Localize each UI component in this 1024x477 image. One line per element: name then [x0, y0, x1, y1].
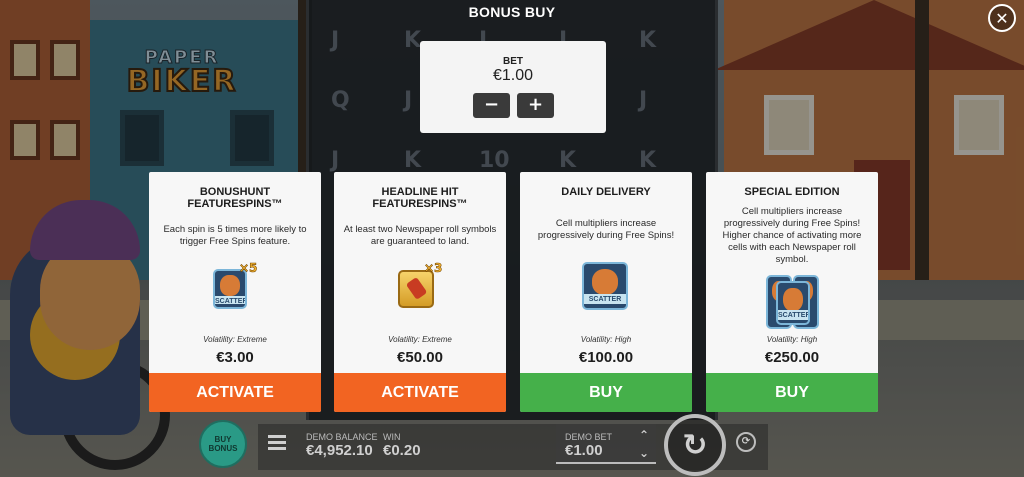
bet-panel: BET €1.00 − +	[420, 41, 606, 133]
scatter-label: SCATTER	[778, 310, 810, 320]
bet-value: €1.00	[492, 67, 534, 84]
bet-increase-button[interactable]: +	[517, 93, 554, 118]
win-value: €0.20	[383, 442, 421, 459]
card-price: €50.00	[397, 349, 443, 366]
card-price: €3.00	[216, 349, 254, 366]
buy-button[interactable]: BUY	[706, 373, 878, 412]
bonus-card-daily-delivery: DAILY DELIVERY Cell multipliers increase…	[520, 172, 692, 412]
close-button[interactable]: ✕	[988, 4, 1016, 32]
multiplier-label: ×5	[239, 261, 258, 276]
chevron-down-icon[interactable]: ⌄	[637, 446, 651, 460]
scatter-label: SCATTER	[584, 293, 626, 305]
demo-bet-value: €1.00	[565, 442, 603, 459]
card-volatility: Volatility: Extreme	[388, 335, 452, 344]
multiplier-label: ×3	[424, 261, 443, 276]
modal-title: BONUS BUY	[468, 4, 556, 20]
refresh-icon: ↻	[682, 427, 708, 463]
card-description: Cell multipliers increase progressively …	[722, 206, 862, 265]
bonus-card-bonushunt: BONUSHUNT FEATURESPINS™ Each spin is 5 t…	[149, 172, 321, 412]
dog-head	[220, 275, 240, 297]
dog-badge: SCATTER	[582, 262, 628, 310]
demo-balance-label: DEMO BALANCE	[306, 432, 378, 442]
dog-head	[783, 287, 803, 311]
card-title: BONUSHUNT FEATURESPINS™	[187, 186, 283, 210]
buy-button[interactable]: BUY	[520, 373, 692, 412]
close-icon: ✕	[995, 8, 1009, 28]
paper-roll	[405, 277, 427, 301]
card-title: SPECIAL EDITION	[744, 186, 840, 198]
card-title: HEADLINE HIT FEATURESPINS™	[372, 186, 468, 210]
card-volatility: Volatility: High	[580, 335, 632, 344]
card-description: At least two Newspaper roll symbols are …	[343, 224, 497, 247]
card-description: Cell multipliers increase progressively …	[537, 218, 675, 241]
buy-bonus-button[interactable]: BUY BONUS	[199, 420, 247, 468]
activate-button[interactable]: ACTIVATE	[149, 373, 321, 412]
win-label: WIN	[383, 432, 401, 442]
demo-balance-value: €4,952.10	[306, 442, 373, 459]
scatter-dog-stack-icon: SCATTER	[766, 275, 820, 329]
paper-badge	[398, 270, 434, 308]
activate-button[interactable]: ACTIVATE	[334, 373, 506, 412]
chevron-up-icon[interactable]: ⌃	[637, 428, 651, 442]
card-description: Each spin is 5 times more likely to trig…	[163, 224, 307, 247]
dog-badge: SCATTER	[776, 281, 810, 325]
bonus-card-headline-hit: HEADLINE HIT FEATURESPINS™ At least two …	[334, 172, 506, 412]
card-volatility: Volatility: Extreme	[203, 335, 267, 344]
autoplay-icon: ⟳	[741, 436, 751, 447]
card-title: DAILY DELIVERY	[561, 186, 651, 198]
card-volatility: Volatility: High	[766, 335, 818, 344]
spin-button[interactable]: ↻	[664, 414, 726, 476]
dog-badge: SCATTER	[213, 269, 247, 309]
scatter-dog-icon: SCATTER	[582, 262, 630, 312]
dog-head	[591, 269, 619, 295]
menu-icon[interactable]	[266, 432, 288, 454]
bonus-card-special-edition: SPECIAL EDITION Cell multipliers increas…	[706, 172, 878, 412]
scatter-label: SCATTER	[215, 295, 247, 305]
demo-bet-label: DEMO BET	[565, 432, 613, 442]
bet-decrease-button[interactable]: −	[473, 93, 510, 118]
card-price: €100.00	[578, 349, 634, 366]
card-price: €250.00	[764, 349, 820, 366]
autoplay-button[interactable]: ⟳	[736, 432, 756, 452]
bet-label: BET	[503, 56, 523, 67]
newspaper-roll-icon: ×3	[398, 261, 444, 311]
scatter-dog-icon: SCATTER ×5	[213, 261, 258, 311]
